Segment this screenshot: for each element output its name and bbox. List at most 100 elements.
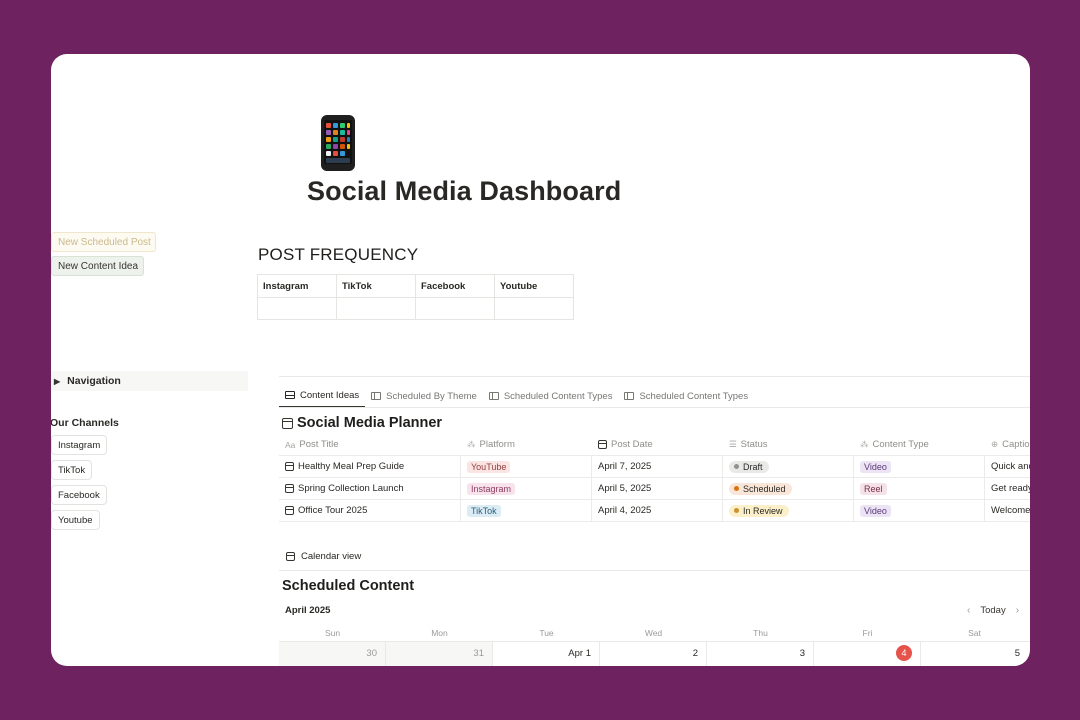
status-label: Scheduled [743, 483, 786, 494]
post-title-cell[interactable]: Healthy Meal Prep Guide [279, 456, 461, 477]
post-title-cell[interactable]: Spring Collection Launch [279, 478, 461, 499]
phone-emoji-icon [321, 115, 355, 171]
planner-table: Aa Post Title ⁂ Platform Post Date ☰ Status… [279, 434, 1030, 522]
today-button[interactable]: Today [980, 605, 1005, 616]
status-dot [734, 508, 739, 513]
divider [279, 570, 1030, 571]
post-title: Office Tour 2025 [298, 505, 368, 516]
day-number: 2 [692, 648, 698, 659]
calendar-icon [598, 440, 607, 449]
freq-cell[interactable] [257, 297, 337, 320]
calendar-icon [286, 552, 295, 561]
post-title-cell[interactable]: Office Tour 2025 [279, 500, 461, 521]
board-icon [371, 392, 382, 400]
freq-cell[interactable] [336, 297, 416, 320]
channel-button-tiktok[interactable]: TikTok [51, 460, 93, 480]
freq-header-youtube: Youtube [494, 274, 574, 298]
chevron-left-icon[interactable]: ‹ [967, 605, 970, 616]
weekday-label: Thu [753, 628, 768, 638]
content-type-tag: Reel [860, 482, 887, 495]
calendar-week-row: 30 31 Apr 1 2 3 4 5 [279, 642, 1030, 666]
weekday-label: Sun [324, 628, 341, 638]
column-header-caption[interactable]: ⊕Caption [985, 434, 1030, 455]
platform-cell[interactable]: YouTube [461, 456, 592, 477]
freq-header-facebook: Facebook [415, 274, 495, 298]
calendar-day-today[interactable]: 4 [814, 642, 921, 666]
caption-text: Quick and [991, 461, 1030, 472]
post-date-cell[interactable]: April 4, 2025 [592, 500, 723, 521]
caption-cell[interactable]: Quick and [985, 456, 1030, 477]
status-cell[interactable]: In Review [723, 500, 854, 521]
calendar-day[interactable]: 30 [279, 642, 386, 666]
channel-button-facebook[interactable]: Facebook [51, 485, 107, 505]
table-row[interactable]: Healthy Meal Prep Guide YouTube April 7,… [279, 456, 1030, 478]
status-cell[interactable]: Scheduled [723, 478, 854, 499]
channel-button-youtube[interactable]: Youtube [51, 510, 100, 530]
scheduled-content-title: Scheduled Content [282, 578, 415, 594]
new-scheduled-post-button[interactable]: New Scheduled Post [51, 232, 156, 252]
status-cell[interactable]: Draft [723, 456, 854, 477]
tab-scheduled-by-theme[interactable]: Scheduled By Theme [365, 384, 483, 408]
tab-label: Scheduled Content Types [639, 390, 749, 402]
status-badge: Draft [729, 460, 769, 473]
column-header-status[interactable]: ☰ Status [723, 434, 854, 455]
table-row[interactable]: Office Tour 2025 TikTok April 4, 2025 In… [279, 500, 1030, 522]
status-icon: ☰ [729, 439, 737, 449]
planner-title-text: Social Media Planner [297, 415, 443, 431]
content-type-cell[interactable]: Video [854, 500, 985, 521]
freq-header-tiktok: TikTok [336, 274, 416, 298]
column-label: Platform [479, 439, 515, 450]
post-title: Healthy Meal Prep Guide [298, 461, 405, 472]
chevron-right-icon[interactable]: › [1016, 605, 1019, 616]
today-badge: 4 [896, 645, 912, 661]
freq-cell[interactable] [415, 297, 495, 320]
new-content-idea-button[interactable]: New Content Idea [51, 256, 144, 276]
table-row[interactable]: Spring Collection Launch Instagram April… [279, 478, 1030, 500]
status-dot [734, 486, 739, 491]
multi-select-icon: ⁂ [467, 439, 476, 449]
table-header-row: Aa Post Title ⁂ Platform Post Date ☰ Status… [279, 434, 1030, 456]
post-frequency-heading: POST FREQUENCY [258, 245, 419, 264]
post-date-cell[interactable]: April 7, 2025 [592, 456, 723, 477]
calendar-icon [285, 462, 294, 471]
tab-content-ideas[interactable]: Content Ideas [279, 384, 366, 408]
column-header-content-type[interactable]: ⁂ Content Type [854, 434, 985, 455]
column-header-post-title[interactable]: Aa Post Title [279, 434, 461, 455]
calendar-day[interactable]: 2 [600, 642, 707, 666]
weekday-label: Tue [539, 628, 554, 638]
navigation-toggle[interactable]: ▶ Navigation [51, 371, 248, 391]
caption-cell[interactable]: Welcome [985, 500, 1030, 521]
calendar-view-tab[interactable]: Calendar view [286, 551, 361, 562]
content-type-cell[interactable]: Video [854, 456, 985, 477]
post-date-cell[interactable]: April 5, 2025 [592, 478, 723, 499]
status-dot [734, 464, 739, 469]
platform-cell[interactable]: TikTok [461, 500, 592, 521]
caption-text: Welcome [991, 505, 1030, 516]
calendar-day[interactable]: 5 [921, 642, 1028, 666]
calendar-day[interactable]: 3 [707, 642, 814, 666]
tab-scheduled-content-types[interactable]: Scheduled Content Types [483, 384, 619, 408]
status-badge: In Review [729, 504, 789, 517]
view-tabs: Content Ideas Scheduled By Theme Schedul… [279, 384, 754, 408]
caption-icon: ⊕ [991, 439, 999, 449]
status-label: Draft [743, 461, 763, 472]
navigation-label: Navigation [67, 375, 121, 387]
platform-cell[interactable]: Instagram [461, 478, 592, 499]
channels-title: Our Channels [51, 417, 119, 429]
day-number: 30 [366, 648, 377, 659]
platform-tag: Instagram [467, 482, 516, 495]
column-label: Status [740, 439, 768, 450]
tab-scheduled-content-types-2[interactable]: Scheduled Content Types [618, 384, 754, 408]
freq-cell[interactable] [494, 297, 574, 320]
column-header-post-date[interactable]: Post Date [592, 434, 723, 455]
calendar-weekdays: Sun Mon Tue Wed Thu Fri Sat [279, 624, 1030, 642]
column-label: Content Type [872, 439, 929, 450]
divider [279, 376, 1030, 377]
column-label: Post Title [299, 439, 339, 450]
calendar-day[interactable]: Apr 1 [493, 642, 600, 666]
caption-cell[interactable]: Get ready [985, 478, 1030, 499]
calendar-day[interactable]: 31 [386, 642, 493, 666]
channel-button-instagram[interactable]: Instagram [51, 435, 108, 455]
content-type-cell[interactable]: Reel [854, 478, 985, 499]
column-header-platform[interactable]: ⁂ Platform [461, 434, 592, 455]
